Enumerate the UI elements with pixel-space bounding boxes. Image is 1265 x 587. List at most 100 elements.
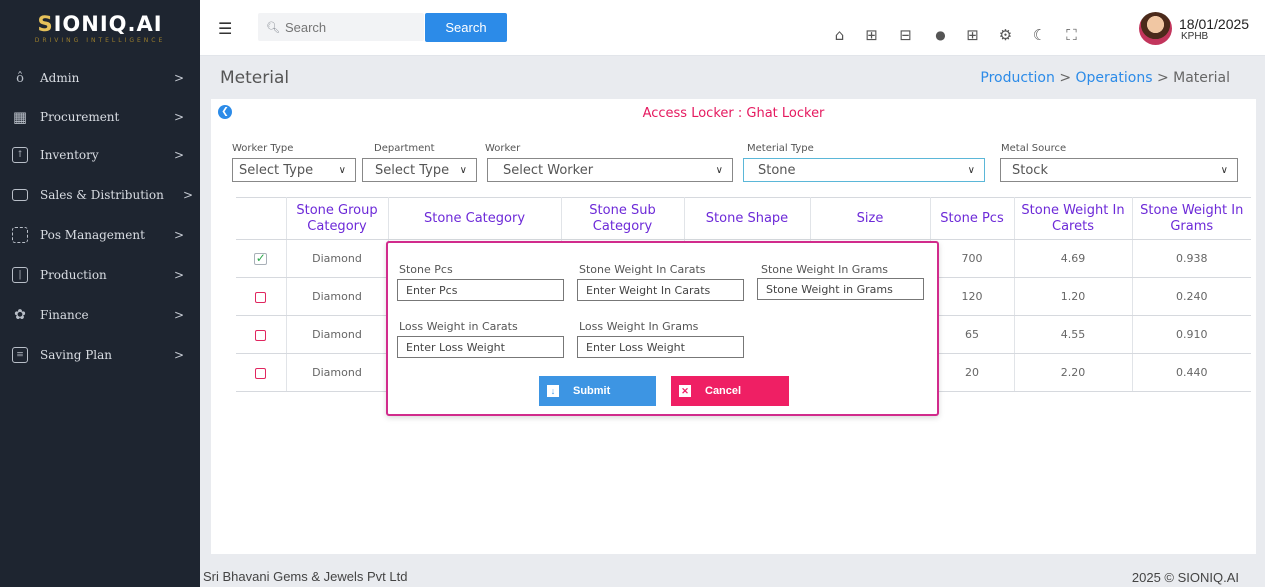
breadcrumb-separator: > [1156, 70, 1169, 86]
column-header-stone-group-category: Stone Group Category [286, 197, 389, 240]
bell-icon[interactable]: ● [932, 26, 949, 43]
hamburger-menu-icon[interactable]: ☰ [218, 19, 232, 38]
row-checkbox-cell[interactable] [236, 277, 287, 316]
search-box[interactable]: 🔍︎ [258, 13, 424, 41]
checkbox-checked[interactable]: ✓ [254, 252, 268, 265]
stone-weight-carats-label: Stone Weight In Carats [579, 263, 706, 276]
metal-source-select[interactable]: Stock ∨ [1000, 158, 1238, 182]
stone-weight-grams-input[interactable] [757, 278, 924, 300]
column-header-size: Size [810, 197, 931, 240]
submit-button[interactable]: ↓ Submit [539, 376, 656, 406]
stone-pcs-cell: 65 [930, 315, 1015, 354]
sidebar-item-pos-management[interactable]: Pos Management > [0, 220, 200, 250]
checkbox[interactable] [255, 329, 267, 341]
footer-copyright: 2025 © SIONIQ.AI [1131, 570, 1239, 585]
column-header-stone-pcs: Stone Pcs [930, 197, 1015, 240]
monitor-icon [12, 189, 28, 201]
sidebar-item-admin[interactable]: ô Admin > [0, 63, 200, 93]
user-group-icon: ô [16, 70, 24, 86]
user-date: 18/01/2025 [1179, 16, 1250, 32]
moon-icon[interactable]: ☾ [1031, 26, 1048, 44]
submit-label: Submit [573, 385, 611, 397]
apps-icon[interactable]: ⊞ [964, 26, 981, 44]
table-header-row: Stone Group Category Stone Category Ston… [236, 197, 1251, 240]
sidebar-item-inventory[interactable]: ↑ Inventory > [0, 140, 200, 170]
chevron-right-icon: > [173, 308, 184, 322]
access-locker-label: Access Locker : [642, 106, 747, 121]
chevron-right-icon: > [173, 110, 184, 124]
stone-pcs-input[interactable] [397, 279, 564, 301]
settings-icon[interactable]: ⚙ [997, 26, 1014, 44]
logo[interactable]: SIONIQ.AI DRIVING INTELLIGENCE [0, 0, 200, 56]
cancel-button[interactable]: ✕ Cancel [671, 376, 789, 406]
stone-pcs-cell: 700 [930, 239, 1015, 278]
chevron-down-icon: ∨ [338, 164, 346, 176]
fullscreen-icon[interactable]: ⛶ [1063, 26, 1080, 44]
sidebar-item-procurement[interactable]: ▦ Procurement > [0, 102, 200, 132]
sidebar-item-label: Inventory [40, 148, 99, 162]
stone-pcs-label: Stone Pcs [399, 263, 453, 276]
stone-group-cell: Diamond [286, 239, 389, 278]
sidebar-item-saving-plan[interactable]: ≡ Saving Plan > [0, 340, 200, 370]
worker-type-label: Worker Type [232, 143, 294, 154]
sidebar-item-production[interactable]: | Production > [0, 260, 200, 290]
breadcrumb-current: Material [1173, 70, 1230, 86]
sidebar: SIONIQ.AI DRIVING INTELLIGENCE ô Admin >… [0, 0, 200, 587]
sidebar-item-label: Sales & Distribution [40, 188, 164, 202]
stone-pcs-cell: 120 [930, 277, 1015, 316]
stone-weight-carats-input[interactable] [577, 279, 744, 301]
column-header-stone-shape: Stone Shape [684, 197, 811, 240]
scan-frame-icon [12, 227, 28, 243]
material-type-select[interactable]: Stone ∨ [743, 158, 985, 182]
back-arrow-icon[interactable]: ❮ [218, 105, 232, 119]
home-icon[interactable]: ⌂ [831, 26, 848, 44]
cancel-label: Cancel [705, 385, 742, 397]
download-arrow-icon: ↓ [547, 385, 559, 397]
stone-carats-cell: 4.55 [1014, 315, 1133, 354]
loss-weight-carats-input[interactable] [397, 336, 564, 358]
stone-grams-cell: 0.440 [1132, 353, 1251, 392]
ticket-icon[interactable]: ⊟ [897, 26, 914, 44]
row-checkbox-cell[interactable] [236, 315, 287, 354]
stone-carats-cell: 2.20 [1014, 353, 1133, 392]
loss-weight-grams-input[interactable] [577, 336, 744, 358]
department-label: Department [374, 143, 435, 154]
sidebar-item-label: Procurement [40, 110, 120, 124]
column-header-select [236, 197, 287, 240]
checkbox[interactable] [255, 291, 267, 303]
footer-company: Sri Bhavani Gems & Jewels Pvt Ltd [203, 569, 408, 584]
search-button[interactable]: Search [425, 13, 507, 42]
chevron-down-icon: ∨ [967, 164, 975, 176]
logo-text: SIONIQ.AI [37, 12, 163, 36]
breadcrumb-operations[interactable]: Operations [1076, 70, 1153, 86]
page-title: Meterial [220, 68, 290, 88]
stone-pcs-cell: 20 [930, 353, 1015, 392]
sidebar-item-finance[interactable]: ✿ Finance > [0, 300, 200, 330]
worker-type-select[interactable]: Select Type ∨ [232, 158, 356, 182]
access-locker-value: Ghat Locker [746, 106, 825, 121]
stone-grams-cell: 0.910 [1132, 315, 1251, 354]
checkbox[interactable] [255, 367, 267, 379]
stone-grams-cell: 0.240 [1132, 277, 1251, 316]
row-checkbox-cell[interactable]: ✓ [236, 239, 287, 278]
sidebar-item-label: Production [40, 268, 107, 282]
gear-flower-icon: ✿ [14, 307, 26, 323]
upload-box-icon: ↑ [12, 147, 28, 163]
chevron-right-icon: > [182, 188, 193, 202]
sidebar-item-label: Admin [40, 71, 80, 85]
avatar[interactable] [1139, 12, 1172, 45]
worker-type-value: Select Type [239, 162, 314, 178]
department-select[interactable]: Select Type ∨ [362, 158, 477, 182]
document-icon: ≡ [12, 347, 28, 363]
breadcrumb-production[interactable]: Production [980, 70, 1054, 86]
sidebar-item-label: Pos Management [40, 228, 145, 242]
grid-icon: ▦ [12, 108, 28, 126]
chevron-down-icon: ∨ [1220, 164, 1228, 176]
access-locker: Access Locker : Ghat Locker [211, 106, 1256, 121]
user-branch: KPHB [1181, 31, 1209, 42]
worker-select[interactable]: Select Worker ∨ [487, 158, 733, 182]
search-input[interactable] [284, 19, 415, 35]
sidebar-item-sales-distribution[interactable]: Sales & Distribution > [0, 180, 200, 210]
row-checkbox-cell[interactable] [236, 353, 287, 392]
dashboard-icon[interactable]: ⊞ [863, 26, 880, 44]
